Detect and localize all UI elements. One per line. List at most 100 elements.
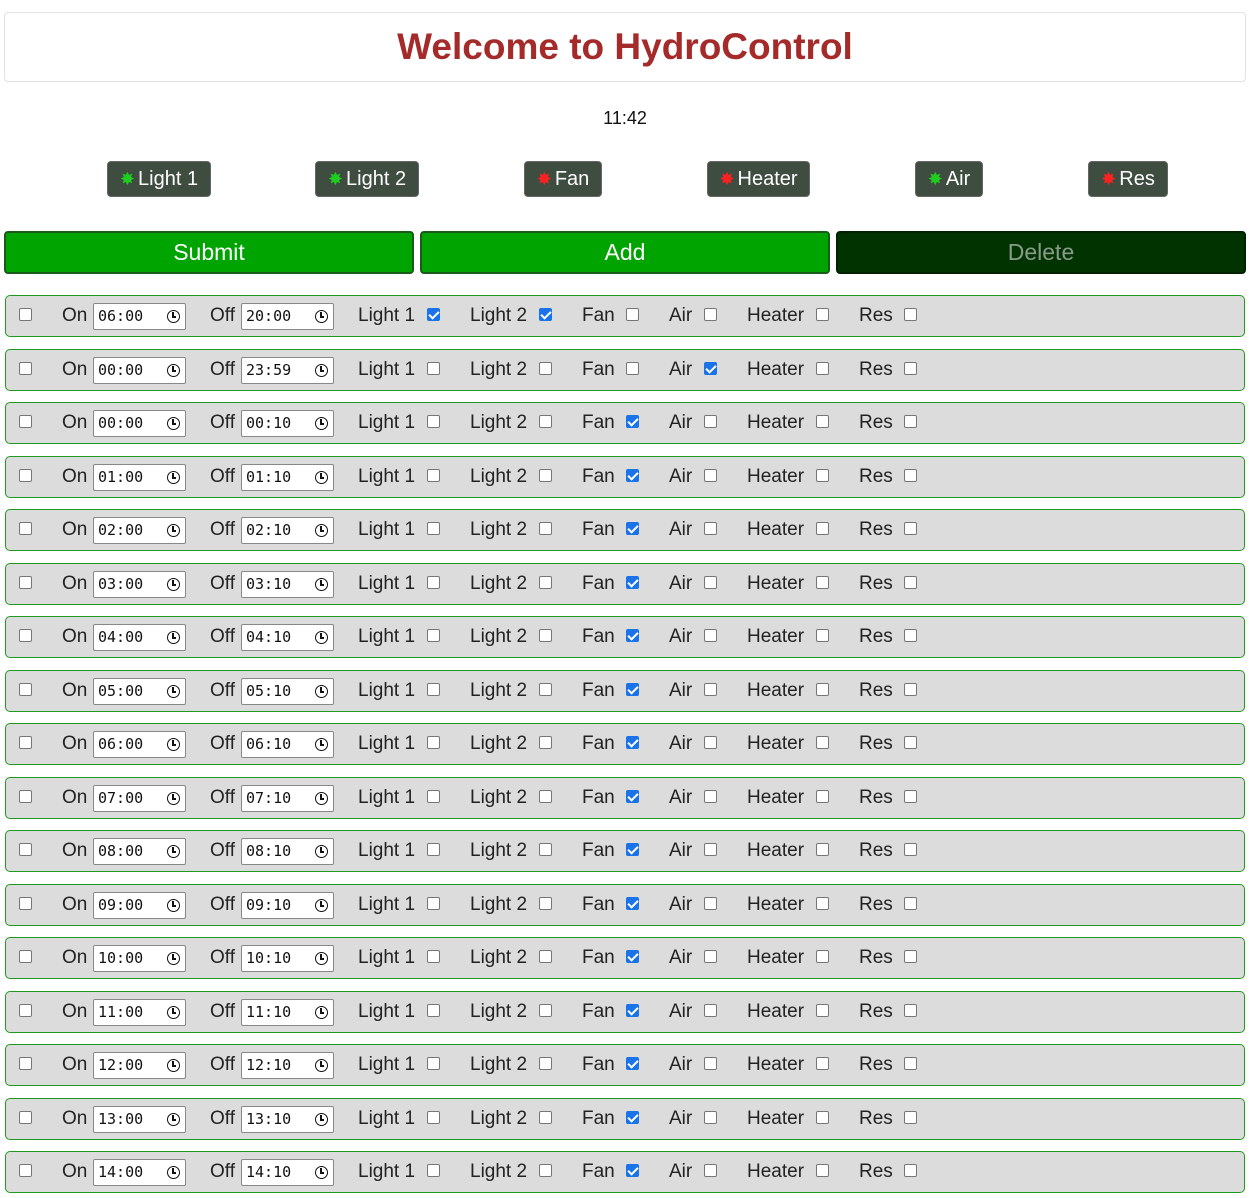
heater-checkbox[interactable] — [816, 683, 829, 696]
res-checkbox[interactable] — [904, 1111, 917, 1124]
light2-checkbox[interactable] — [539, 736, 552, 749]
row-select-checkbox[interactable] — [19, 683, 32, 696]
clock-icon[interactable] — [315, 952, 328, 965]
add-button[interactable]: Add — [420, 231, 830, 274]
heater-checkbox[interactable] — [816, 522, 829, 535]
heater-checkbox[interactable] — [816, 308, 829, 321]
clock-icon[interactable] — [167, 524, 180, 537]
on-time-input[interactable]: 06:00 — [93, 303, 186, 330]
fan-checkbox[interactable] — [626, 736, 639, 749]
heater-checkbox[interactable] — [816, 415, 829, 428]
clock-icon[interactable] — [315, 792, 328, 805]
res-checkbox[interactable] — [904, 362, 917, 375]
clock-icon[interactable] — [167, 471, 180, 484]
off-time-input[interactable]: 09:10 — [241, 892, 334, 919]
on-time-input[interactable]: 11:00 — [93, 999, 186, 1026]
status-button-air[interactable]: ✸ Air — [915, 161, 983, 197]
res-checkbox[interactable] — [904, 469, 917, 482]
air-checkbox[interactable] — [704, 415, 717, 428]
air-checkbox[interactable] — [704, 1057, 717, 1070]
clock-icon[interactable] — [315, 524, 328, 537]
air-checkbox[interactable] — [704, 308, 717, 321]
fan-checkbox[interactable] — [626, 1111, 639, 1124]
clock-icon[interactable] — [167, 578, 180, 591]
status-button-light-1[interactable]: ✸ Light 1 — [107, 161, 211, 197]
clock-icon[interactable] — [167, 685, 180, 698]
res-checkbox[interactable] — [904, 1057, 917, 1070]
clock-icon[interactable] — [315, 1166, 328, 1179]
off-time-input[interactable]: 14:10 — [241, 1159, 334, 1186]
row-select-checkbox[interactable] — [19, 415, 32, 428]
heater-checkbox[interactable] — [816, 950, 829, 963]
fan-checkbox[interactable] — [626, 843, 639, 856]
light2-checkbox[interactable] — [539, 629, 552, 642]
on-time-input[interactable]: 06:00 — [93, 731, 186, 758]
off-time-input[interactable]: 12:10 — [241, 1052, 334, 1079]
off-time-input[interactable]: 08:10 — [241, 838, 334, 865]
clock-icon[interactable] — [167, 1113, 180, 1126]
delete-button[interactable]: Delete — [836, 231, 1246, 274]
row-select-checkbox[interactable] — [19, 897, 32, 910]
light1-checkbox[interactable] — [427, 1057, 440, 1070]
clock-icon[interactable] — [315, 1059, 328, 1072]
res-checkbox[interactable] — [904, 683, 917, 696]
light2-checkbox[interactable] — [539, 950, 552, 963]
light2-checkbox[interactable] — [539, 308, 552, 321]
row-select-checkbox[interactable] — [19, 1111, 32, 1124]
heater-checkbox[interactable] — [816, 1164, 829, 1177]
light2-checkbox[interactable] — [539, 1057, 552, 1070]
off-time-input[interactable]: 05:10 — [241, 678, 334, 705]
res-checkbox[interactable] — [904, 790, 917, 803]
res-checkbox[interactable] — [904, 1164, 917, 1177]
heater-checkbox[interactable] — [816, 469, 829, 482]
air-checkbox[interactable] — [704, 469, 717, 482]
light1-checkbox[interactable] — [427, 522, 440, 535]
on-time-input[interactable]: 04:00 — [93, 624, 186, 651]
clock-icon[interactable] — [315, 310, 328, 323]
off-time-input[interactable]: 00:10 — [241, 410, 334, 437]
light1-checkbox[interactable] — [427, 897, 440, 910]
res-checkbox[interactable] — [904, 415, 917, 428]
fan-checkbox[interactable] — [626, 576, 639, 589]
light1-checkbox[interactable] — [427, 1111, 440, 1124]
off-time-input[interactable]: 13:10 — [241, 1106, 334, 1133]
light1-checkbox[interactable] — [427, 469, 440, 482]
air-checkbox[interactable] — [704, 522, 717, 535]
on-time-input[interactable]: 01:00 — [93, 464, 186, 491]
row-select-checkbox[interactable] — [19, 843, 32, 856]
clock-icon[interactable] — [167, 952, 180, 965]
light2-checkbox[interactable] — [539, 415, 552, 428]
clock-icon[interactable] — [315, 685, 328, 698]
off-time-input[interactable]: 10:10 — [241, 945, 334, 972]
row-select-checkbox[interactable] — [19, 736, 32, 749]
res-checkbox[interactable] — [904, 843, 917, 856]
fan-checkbox[interactable] — [626, 1057, 639, 1070]
on-time-input[interactable]: 10:00 — [93, 945, 186, 972]
light1-checkbox[interactable] — [427, 1004, 440, 1017]
res-checkbox[interactable] — [904, 897, 917, 910]
air-checkbox[interactable] — [704, 897, 717, 910]
on-time-input[interactable]: 03:00 — [93, 571, 186, 598]
clock-icon[interactable] — [315, 1113, 328, 1126]
air-checkbox[interactable] — [704, 362, 717, 375]
fan-checkbox[interactable] — [626, 1004, 639, 1017]
fan-checkbox[interactable] — [626, 469, 639, 482]
clock-icon[interactable] — [167, 899, 180, 912]
heater-checkbox[interactable] — [816, 843, 829, 856]
row-select-checkbox[interactable] — [19, 362, 32, 375]
on-time-input[interactable]: 12:00 — [93, 1052, 186, 1079]
clock-icon[interactable] — [315, 578, 328, 591]
air-checkbox[interactable] — [704, 736, 717, 749]
light2-checkbox[interactable] — [539, 576, 552, 589]
light1-checkbox[interactable] — [427, 415, 440, 428]
heater-checkbox[interactable] — [816, 1111, 829, 1124]
status-button-light-2[interactable]: ✸ Light 2 — [315, 161, 419, 197]
clock-icon[interactable] — [315, 417, 328, 430]
on-time-input[interactable]: 00:00 — [93, 357, 186, 384]
light2-checkbox[interactable] — [539, 1111, 552, 1124]
on-time-input[interactable]: 00:00 — [93, 410, 186, 437]
off-time-input[interactable]: 07:10 — [241, 785, 334, 812]
clock-icon[interactable] — [167, 1166, 180, 1179]
light2-checkbox[interactable] — [539, 683, 552, 696]
air-checkbox[interactable] — [704, 950, 717, 963]
